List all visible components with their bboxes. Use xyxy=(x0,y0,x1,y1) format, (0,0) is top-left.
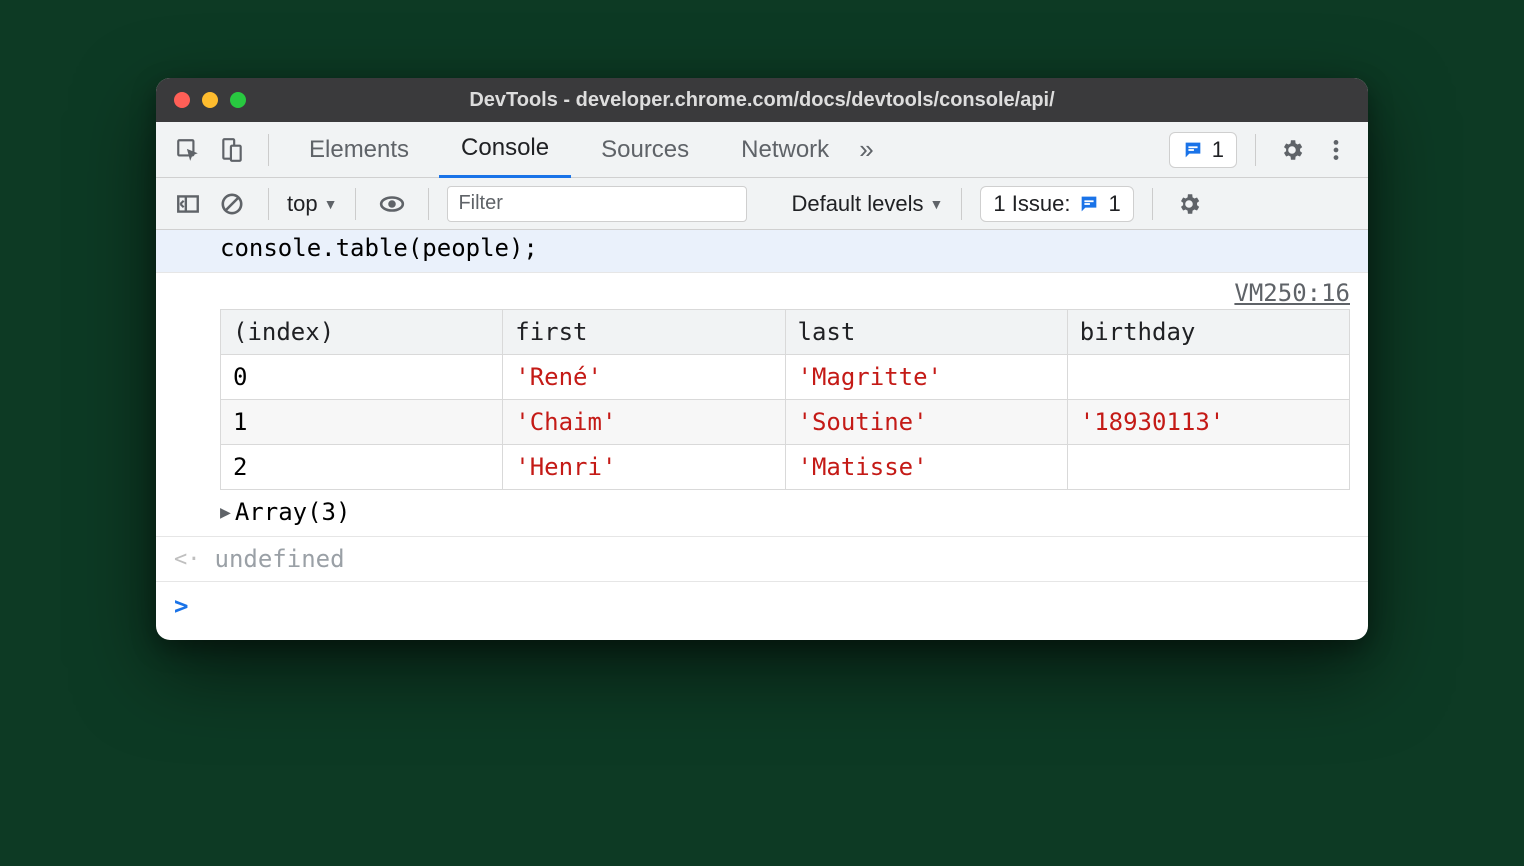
live-expression-icon[interactable] xyxy=(374,186,410,222)
code-line: console.table(people); xyxy=(156,230,1368,273)
separator xyxy=(1255,134,1256,166)
console-content: console.table(people); VM250:16 (index) … xyxy=(156,230,1368,640)
tab-label: Elements xyxy=(309,136,409,164)
cell-last: 'Magritte' xyxy=(785,355,1067,400)
separator xyxy=(268,188,269,220)
issues-chip[interactable]: 1 Issue: 1 xyxy=(980,186,1133,222)
separator xyxy=(428,188,429,220)
cell-last: 'Soutine' xyxy=(785,400,1067,445)
tab-network[interactable]: Network xyxy=(719,122,851,178)
device-toggle-icon[interactable] xyxy=(214,132,250,168)
minimize-icon[interactable] xyxy=(202,92,218,108)
messages-count: 1 xyxy=(1212,137,1224,163)
issues-count: 1 xyxy=(1108,191,1120,217)
tab-label: Sources xyxy=(601,136,689,164)
table-header-row: (index) first last birthday xyxy=(221,310,1350,355)
zoom-icon[interactable] xyxy=(230,92,246,108)
col-birthday[interactable]: birthday xyxy=(1067,310,1349,355)
console-toolbar: top ▼ Filter Default levels ▼ 1 Issue: 1 xyxy=(156,178,1368,230)
tab-console[interactable]: Console xyxy=(439,122,571,178)
console-table-wrap: (index) first last birthday 0 'René' 'Ma… xyxy=(156,309,1368,494)
kebab-icon[interactable] xyxy=(1318,132,1354,168)
source-link-text: VM250:16 xyxy=(1234,279,1350,307)
levels-label: Default levels xyxy=(791,191,923,217)
table-row: 1 'Chaim' 'Soutine' '18930113' xyxy=(221,400,1350,445)
col-index[interactable]: (index) xyxy=(221,310,503,355)
clear-console-icon[interactable] xyxy=(214,186,250,222)
cell-last: 'Matisse' xyxy=(785,445,1067,490)
titlebar: DevTools - developer.chrome.com/docs/dev… xyxy=(156,78,1368,122)
cell-index: 2 xyxy=(221,445,503,490)
triangle-right-icon: ▶ xyxy=(220,502,231,523)
code-text: console.table(people); xyxy=(220,234,538,262)
return-value: undefined xyxy=(215,545,345,573)
gear-icon[interactable] xyxy=(1274,132,1310,168)
col-first[interactable]: first xyxy=(503,310,785,355)
message-icon xyxy=(1078,193,1100,215)
prompt-chevron-icon: > xyxy=(174,592,188,620)
tab-label: Network xyxy=(741,136,829,164)
close-icon[interactable] xyxy=(174,92,190,108)
gear-icon[interactable] xyxy=(1171,186,1207,222)
separator xyxy=(1152,188,1153,220)
inspect-icon[interactable] xyxy=(170,132,206,168)
cell-birthday: '18930113' xyxy=(1067,400,1349,445)
chevron-down-icon: ▼ xyxy=(324,196,338,212)
window-title: DevTools - developer.chrome.com/docs/dev… xyxy=(156,89,1368,112)
messages-chip[interactable]: 1 xyxy=(1169,132,1237,168)
sidebar-toggle-icon[interactable] xyxy=(170,186,206,222)
tab-label: Console xyxy=(461,134,549,162)
return-arrow-icon: <· xyxy=(174,547,201,572)
table-row: 0 'René' 'Magritte' xyxy=(221,355,1350,400)
tab-sources[interactable]: Sources xyxy=(579,122,711,178)
filter-input[interactable]: Filter xyxy=(447,186,747,222)
traffic-lights xyxy=(174,92,246,108)
cell-first: 'René' xyxy=(503,355,785,400)
message-icon xyxy=(1182,139,1204,161)
tab-elements[interactable]: Elements xyxy=(287,122,431,178)
cell-birthday xyxy=(1067,355,1349,400)
console-table: (index) first last birthday 0 'René' 'Ma… xyxy=(220,309,1350,490)
cell-birthday xyxy=(1067,445,1349,490)
prompt-row[interactable]: > xyxy=(156,582,1368,640)
context-label: top xyxy=(287,191,318,217)
return-row: <· undefined xyxy=(156,536,1368,582)
separator xyxy=(355,188,356,220)
cell-index: 1 xyxy=(221,400,503,445)
separator xyxy=(268,134,269,166)
more-tabs-icon[interactable]: » xyxy=(859,134,873,165)
array-label: Array(3) xyxy=(235,498,351,526)
cell-index: 0 xyxy=(221,355,503,400)
filter-placeholder: Filter xyxy=(458,192,502,215)
array-expander[interactable]: ▶ Array(3) xyxy=(156,494,1368,536)
main-tabs: Elements Console Sources Network » 1 xyxy=(156,122,1368,178)
col-last[interactable]: last xyxy=(785,310,1067,355)
cell-first: 'Chaim' xyxy=(503,400,785,445)
chevron-down-icon: ▼ xyxy=(930,196,944,212)
issues-label: 1 Issue: xyxy=(993,191,1070,217)
devtools-window: DevTools - developer.chrome.com/docs/dev… xyxy=(156,78,1368,640)
context-selector[interactable]: top ▼ xyxy=(287,191,337,217)
separator xyxy=(961,188,962,220)
cell-first: 'Henri' xyxy=(503,445,785,490)
source-link[interactable]: VM250:16 xyxy=(156,273,1368,309)
log-levels-selector[interactable]: Default levels ▼ xyxy=(791,191,943,217)
table-row: 2 'Henri' 'Matisse' xyxy=(221,445,1350,490)
